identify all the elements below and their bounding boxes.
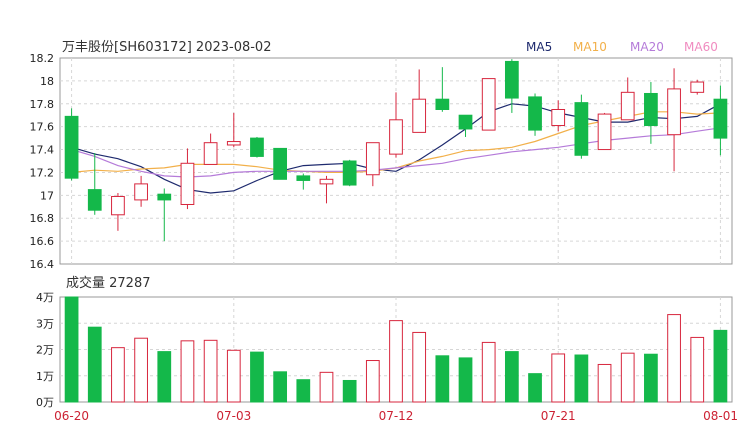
candle-body-up bbox=[226, 141, 241, 146]
volume-bar-up bbox=[226, 349, 241, 403]
candle-body-up bbox=[111, 195, 125, 216]
candle-body-down bbox=[342, 160, 357, 186]
price-grid bbox=[59, 57, 733, 265]
candle-body-up bbox=[690, 81, 705, 93]
volume-tick-label: 1万 bbox=[36, 370, 54, 383]
candle-body-up bbox=[389, 119, 403, 155]
volume-bar-down bbox=[435, 355, 450, 403]
volume-bar-up bbox=[365, 360, 380, 403]
candle-body-down bbox=[250, 137, 264, 157]
volume-bar-down bbox=[458, 357, 473, 403]
volume-bar-up bbox=[389, 320, 403, 403]
candle-body-up bbox=[365, 142, 380, 176]
price-tick-label: 18 bbox=[40, 75, 54, 88]
candle-body-down bbox=[64, 115, 79, 179]
candle-body-up bbox=[180, 162, 195, 205]
candle-body-down bbox=[157, 193, 172, 201]
legend-ma5: MA5 bbox=[526, 40, 552, 54]
volume-bar-down bbox=[250, 351, 264, 403]
price-tick-label: 17.4 bbox=[30, 144, 55, 157]
volume-bar-up bbox=[620, 352, 635, 403]
price-tick-label: 17.8 bbox=[30, 98, 55, 111]
volume-bar-up bbox=[111, 347, 125, 403]
volume-tick-label: 4万 bbox=[36, 291, 54, 304]
volume-bar-up bbox=[180, 340, 195, 403]
candle-body-down bbox=[87, 189, 102, 211]
volume-bar-up bbox=[690, 336, 705, 403]
candlesticks bbox=[64, 59, 728, 242]
volume-bar-up bbox=[412, 331, 427, 403]
legend-ma10: MA10 bbox=[573, 40, 607, 54]
candle-body-up bbox=[412, 98, 427, 133]
volume-bar-down bbox=[713, 329, 728, 403]
x-tick-label: 07-21 bbox=[541, 409, 576, 423]
price-tick-label: 16.6 bbox=[30, 235, 55, 248]
candle-body-up bbox=[481, 78, 496, 131]
candle-body-up bbox=[319, 178, 334, 185]
volume-bar-down bbox=[64, 296, 79, 403]
candle-body-up bbox=[620, 91, 635, 121]
price-tick-label: 17.6 bbox=[30, 121, 55, 134]
x-tick-label: 08-01 bbox=[703, 409, 738, 423]
volume-bar-up bbox=[319, 371, 334, 403]
volume-tick-label: 2万 bbox=[36, 344, 54, 357]
volume-bar-up bbox=[597, 363, 612, 403]
candle-body-up bbox=[597, 113, 612, 151]
x-tick-label: 06-20 bbox=[54, 409, 89, 423]
volume-bar-down bbox=[87, 326, 102, 403]
volume-bar-down bbox=[296, 379, 311, 403]
volume-bar-down bbox=[504, 351, 519, 403]
price-tick-label: 16.8 bbox=[30, 212, 55, 225]
volume-bar-down bbox=[273, 371, 288, 403]
price-tick-label: 16.4 bbox=[30, 258, 55, 271]
candle-body-down bbox=[713, 98, 728, 139]
candle-body-down bbox=[458, 114, 473, 130]
candle-body-up bbox=[134, 183, 148, 201]
volume-bar-down bbox=[157, 351, 172, 403]
legend-ma20: MA20 bbox=[630, 40, 664, 54]
legend-ma60: MA60 bbox=[684, 40, 718, 54]
x-tick-label: 07-03 bbox=[216, 409, 251, 423]
candle-body-down bbox=[296, 175, 311, 181]
volume-tick-label: 0万 bbox=[36, 396, 54, 409]
price-tick-label: 17 bbox=[40, 189, 54, 202]
price-tick-label: 18.2 bbox=[30, 52, 55, 65]
volume-bar-up bbox=[667, 314, 681, 403]
candle-body-down bbox=[574, 102, 589, 156]
chart-title: 万丰股份[SH603172] 2023-08-02 bbox=[62, 40, 271, 55]
volume-bar-down bbox=[644, 353, 658, 403]
volume-bar-up bbox=[551, 353, 566, 403]
volume-bar-down bbox=[574, 354, 589, 403]
volume-bar-down bbox=[528, 373, 542, 403]
candle-body-down bbox=[504, 60, 519, 99]
volume-bar-up bbox=[481, 341, 496, 403]
candle-body-down bbox=[435, 98, 450, 110]
x-tick-label: 07-12 bbox=[379, 409, 414, 423]
candle-body-down bbox=[644, 92, 658, 127]
stock-chart: 万丰股份[SH603172] 2023-08-02 MA5 MA10 MA20 … bbox=[30, 40, 739, 423]
volume-title: 成交量 27287 bbox=[66, 275, 151, 291]
volume-tick-label: 3万 bbox=[36, 317, 54, 330]
candle-body-up bbox=[667, 88, 681, 136]
candle-body-down bbox=[273, 147, 288, 180]
candle-body-up bbox=[203, 142, 218, 165]
volume-bar-up bbox=[134, 337, 148, 403]
candle-body-down bbox=[528, 96, 542, 131]
volume-bar-down bbox=[342, 379, 357, 403]
price-tick-label: 17.2 bbox=[30, 166, 55, 179]
volume-bar-up bbox=[203, 339, 218, 403]
candle-body-up bbox=[551, 109, 566, 127]
